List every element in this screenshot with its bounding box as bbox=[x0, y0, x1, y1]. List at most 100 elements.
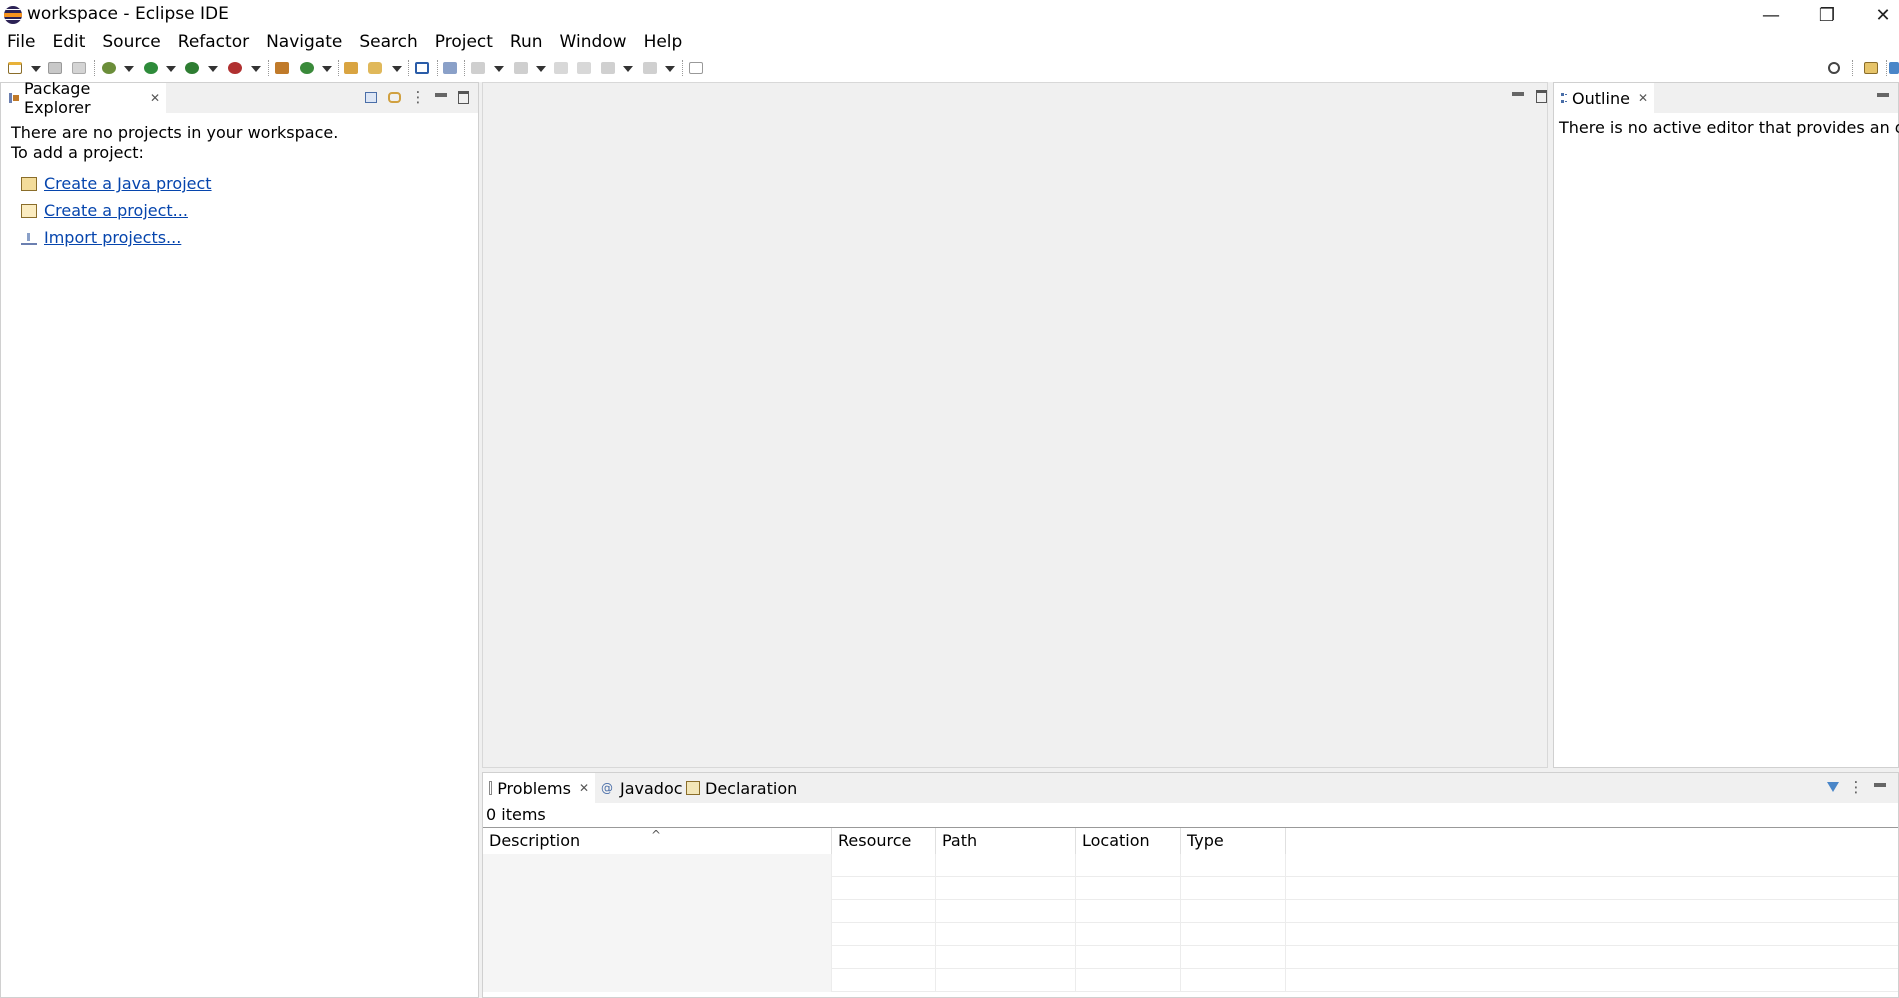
close-tab-icon[interactable]: ✕ bbox=[579, 781, 589, 795]
table-cell bbox=[936, 877, 1076, 900]
import-projects-link[interactable]: Import projects... bbox=[44, 228, 181, 247]
column-path[interactable]: Path bbox=[936, 828, 1076, 854]
toolbar-separator bbox=[464, 60, 465, 76]
collapse-all-icon[interactable] bbox=[364, 90, 378, 104]
debug-dropdown-icon[interactable] bbox=[124, 66, 134, 72]
menu-file[interactable]: File bbox=[0, 30, 44, 54]
menu-window[interactable]: Window bbox=[552, 30, 636, 54]
menu-help[interactable]: Help bbox=[636, 30, 692, 54]
toggle-mark-occurrences-icon[interactable] bbox=[441, 59, 459, 77]
view-menu-icon[interactable] bbox=[1849, 780, 1863, 794]
coverage-icon[interactable] bbox=[183, 59, 201, 77]
new-dropdown-icon[interactable] bbox=[31, 66, 41, 72]
back-icon[interactable] bbox=[599, 59, 617, 77]
minimize-view-icon[interactable] bbox=[1876, 90, 1890, 104]
title-bar: workspace - Eclipse IDE — ❐ ✕ bbox=[0, 0, 1899, 30]
new-java-class-icon[interactable] bbox=[298, 59, 316, 77]
tab-package-explorer[interactable]: Package Explorer ✕ bbox=[1, 79, 166, 117]
tab-label: Package Explorer bbox=[23, 79, 91, 117]
run-dropdown-icon[interactable] bbox=[166, 66, 176, 72]
save-all-icon[interactable] bbox=[70, 59, 88, 77]
maximize-view-icon[interactable] bbox=[456, 90, 470, 104]
toolbar-separator bbox=[437, 60, 438, 76]
create-java-project-link[interactable]: Create a Java project bbox=[44, 174, 212, 193]
close-tab-icon[interactable]: ✕ bbox=[1638, 91, 1648, 105]
bottom-tabbar: Problems ✕ @ Javadoc Declaration bbox=[483, 773, 1898, 803]
menu-source[interactable]: Source bbox=[94, 30, 169, 54]
create-java-project-link-row[interactable]: Create a Java project bbox=[21, 174, 212, 193]
open-console-icon[interactable] bbox=[413, 59, 431, 77]
minimize-view-icon[interactable] bbox=[1873, 780, 1887, 794]
column-resource[interactable]: Resource bbox=[832, 828, 936, 854]
run-icon[interactable] bbox=[142, 59, 160, 77]
search-dropdown-icon[interactable] bbox=[392, 66, 402, 72]
forward-icon[interactable] bbox=[641, 59, 659, 77]
package-explorer-tabbar: Package Explorer ✕ bbox=[1, 79, 478, 117]
open-perspective-icon[interactable] bbox=[1862, 59, 1880, 77]
toolbar-separator bbox=[682, 60, 683, 76]
table-cell bbox=[936, 946, 1076, 969]
save-icon[interactable] bbox=[46, 59, 64, 77]
column-location[interactable]: Location bbox=[1076, 828, 1181, 854]
close-tab-icon[interactable]: ✕ bbox=[150, 91, 160, 105]
new-icon[interactable] bbox=[6, 59, 24, 77]
import-projects-link-row[interactable]: Import projects... bbox=[21, 228, 181, 247]
next-annotation-dropdown-icon[interactable] bbox=[494, 66, 504, 72]
external-tools-icon[interactable] bbox=[226, 59, 244, 77]
search-icon[interactable] bbox=[1825, 59, 1843, 77]
last-edit-location-icon[interactable] bbox=[552, 59, 570, 77]
next-annotation-icon[interactable] bbox=[469, 59, 487, 77]
problems-table: Description ^ Resource Path Location Typ… bbox=[483, 827, 1898, 997]
column-label: Description bbox=[489, 831, 581, 850]
new-class-dropdown-icon[interactable] bbox=[322, 66, 332, 72]
outline-panel: Outline ✕ There is no active editor that… bbox=[1553, 82, 1899, 768]
menu-refactor[interactable]: Refactor bbox=[170, 30, 258, 54]
search-tool-icon[interactable] bbox=[366, 59, 384, 77]
pin-editor-icon[interactable] bbox=[687, 59, 705, 77]
restore-button[interactable]: ❐ bbox=[1804, 0, 1850, 30]
create-project-link-row[interactable]: Create a project... bbox=[21, 201, 188, 220]
minimize-editor-icon[interactable] bbox=[1511, 89, 1525, 103]
link-with-editor-icon[interactable] bbox=[387, 90, 401, 104]
tab-declaration[interactable]: Declaration bbox=[680, 773, 803, 803]
minimize-view-icon[interactable] bbox=[434, 90, 448, 104]
filter-icon[interactable] bbox=[1826, 780, 1840, 794]
table-cell bbox=[1076, 946, 1181, 969]
forward-edit-icon[interactable] bbox=[575, 59, 593, 77]
previous-annotation-icon[interactable] bbox=[512, 59, 530, 77]
problems-item-count: 0 items bbox=[486, 805, 546, 824]
menu-run[interactable]: Run bbox=[502, 30, 552, 54]
tab-problems[interactable]: Problems ✕ bbox=[483, 773, 595, 803]
open-type-icon[interactable] bbox=[342, 59, 360, 77]
menu-navigate[interactable]: Navigate bbox=[258, 30, 351, 54]
debug-icon[interactable] bbox=[100, 59, 118, 77]
tab-outline[interactable]: Outline ✕ bbox=[1554, 83, 1654, 113]
tab-label: Declaration bbox=[705, 778, 798, 798]
column-description[interactable]: Description ^ bbox=[483, 828, 832, 854]
outline-icon bbox=[1560, 91, 1568, 105]
minimize-button[interactable]: — bbox=[1748, 0, 1794, 30]
create-project-link[interactable]: Create a project... bbox=[44, 201, 188, 220]
toolbar-separator bbox=[338, 60, 339, 76]
view-menu-icon[interactable] bbox=[411, 90, 425, 104]
menu-edit[interactable]: Edit bbox=[44, 30, 94, 54]
forward-dropdown-icon[interactable] bbox=[665, 66, 675, 72]
menu-search[interactable]: Search bbox=[351, 30, 426, 54]
tab-javadoc[interactable]: @ Javadoc bbox=[595, 773, 689, 803]
previous-annotation-dropdown-icon[interactable] bbox=[536, 66, 546, 72]
back-dropdown-icon[interactable] bbox=[623, 66, 633, 72]
table-row bbox=[483, 900, 1898, 923]
coverage-dropdown-icon[interactable] bbox=[208, 66, 218, 72]
table-cell bbox=[483, 854, 832, 877]
external-tools-dropdown-icon[interactable] bbox=[251, 66, 261, 72]
java-perspective-icon[interactable] bbox=[1889, 59, 1899, 77]
package-explorer-icon bbox=[7, 91, 19, 105]
close-button[interactable]: ✕ bbox=[1860, 0, 1899, 30]
new-java-package-icon[interactable] bbox=[273, 59, 291, 77]
import-icon bbox=[21, 230, 37, 245]
column-type[interactable]: Type bbox=[1181, 828, 1286, 854]
editor-area bbox=[482, 82, 1548, 768]
table-cell bbox=[1076, 923, 1181, 946]
maximize-editor-icon[interactable] bbox=[1534, 89, 1548, 103]
menu-project[interactable]: Project bbox=[427, 30, 502, 54]
